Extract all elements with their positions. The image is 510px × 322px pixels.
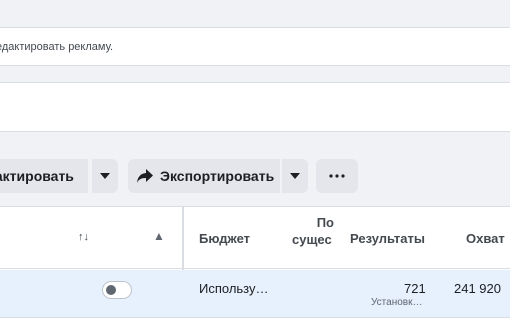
more-dots-icon [329, 174, 345, 178]
edit-button-label: дактировать [0, 168, 74, 184]
export-button[interactable]: Экспортировать [128, 159, 280, 193]
share-arrow-icon [137, 169, 153, 183]
more-button[interactable] [316, 159, 358, 193]
caret-down-icon [100, 173, 110, 179]
edit-button[interactable]: дактировать [0, 159, 88, 193]
filter-panel [0, 82, 510, 132]
reach-cell: 241 920 [454, 281, 501, 296]
edit-dropdown-button[interactable] [92, 159, 118, 193]
results-cell: 721 [404, 281, 426, 296]
edit-notice: едактировать рекламу. [0, 28, 510, 66]
column-header-results[interactable]: Результаты [350, 231, 425, 246]
column-header-reach[interactable]: Охват [466, 231, 505, 246]
warning-icon[interactable]: ▲ [153, 229, 165, 243]
toggle-knob [106, 285, 116, 295]
export-dropdown-button[interactable] [282, 159, 308, 193]
caret-down-icon [290, 173, 300, 179]
column-header-existing[interactable]: По сущес [292, 214, 334, 250]
edit-notice-text: едактировать рекламу. [0, 41, 114, 53]
sort-icon[interactable]: ↑↓ [78, 231, 89, 243]
results-subtext: Установк… [371, 297, 423, 308]
table-header [0, 207, 510, 269]
ad-status-toggle[interactable] [102, 281, 132, 299]
budget-cell: Использу… [199, 281, 269, 296]
column-header-budget[interactable]: Бюджет [199, 231, 250, 246]
export-button-label: Экспортировать [160, 168, 275, 184]
top-bar [0, 0, 510, 28]
